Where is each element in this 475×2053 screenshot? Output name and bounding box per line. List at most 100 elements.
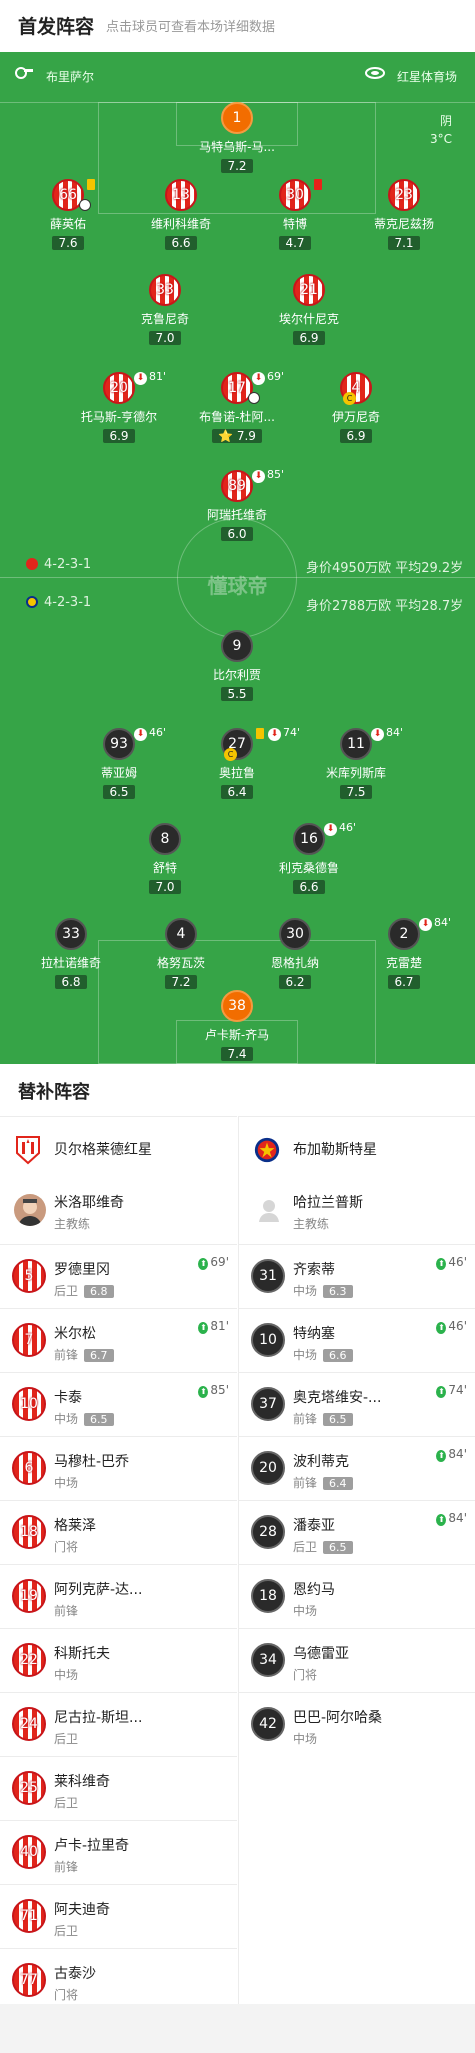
jersey-number: 18 xyxy=(12,1515,46,1549)
sub-player-row[interactable]: 6 马穆杜-巴乔 中场 xyxy=(0,1436,237,1500)
sub-in-marker: ⬆ 84' xyxy=(436,1511,467,1526)
player-away-38[interactable]: 38 卢卡斯-齐马 7.4 xyxy=(172,990,302,1062)
lineup-subtitle: 点击球员可查看本场详细数据 xyxy=(106,20,276,35)
player-home-17[interactable]: 17 ⬇ 69' 布鲁诺-杜阿... ⭐ 7.9 xyxy=(172,370,302,444)
sub-player-row[interactable]: 40 卢卡-拉里奇 前锋 xyxy=(0,1820,237,1884)
sub-player-rating: 6.5 xyxy=(323,1413,353,1426)
captain-icon: C xyxy=(343,392,356,405)
sub-player-row[interactable]: 25 莱科维奇 后卫 xyxy=(0,1756,237,1820)
sub-in-marker: ⬆ 81' xyxy=(198,1319,229,1334)
sub-player-row[interactable]: 19 阿列克萨-达... 前锋 xyxy=(0,1564,237,1628)
player-away-16[interactable]: 16 ⬇ 46' 利克桑德鲁 6.6 xyxy=(244,821,374,895)
jersey-number: 42 xyxy=(251,1707,285,1741)
substitutes-section: 替补阵容 贝尔格莱德红星 米洛耶维奇 主教练 5 罗德里冈 后卫 6.8 ⬆ 69' 7 米尔… xyxy=(0,1064,475,2004)
player-away-8[interactable]: 8 舒特 7.0 xyxy=(100,823,230,895)
home-coach[interactable]: 米洛耶维奇 主教练 xyxy=(0,1180,237,1244)
player-home-33[interactable]: 33 克鲁尼奇 7.0 xyxy=(100,274,230,346)
sub-player-row[interactable]: 37 奥克塔维安-... 前锋 6.5 ⬆ 74' xyxy=(239,1372,475,1436)
sub-player-row[interactable]: 5 罗德里冈 后卫 6.8 ⬆ 69' xyxy=(0,1244,237,1308)
player-away-93[interactable]: 93 ⬇ 46' 蒂亚姆 6.5 xyxy=(54,726,184,800)
player-away-9[interactable]: 9 比尔利贾 5.5 xyxy=(172,630,302,702)
sub-in-icon: ⬆ xyxy=(436,1258,447,1270)
sub-player-rating: 6.8 xyxy=(84,1285,114,1298)
player-home-23[interactable]: 23 蒂克尼兹扬 7.1 xyxy=(339,179,469,251)
referee-name: 布里萨尔 xyxy=(46,70,95,84)
best-player-rating: ⭐ 7.9 xyxy=(212,429,262,443)
sub-in-marker: ⬆ 84' xyxy=(436,1447,467,1462)
sub-player-name: 阿夫迪奇 xyxy=(54,1902,110,1918)
player-away-4[interactable]: 4 格努瓦茨 7.2 xyxy=(116,918,246,990)
pitch: 懂球帝 布里萨尔 红星体育场 阴 3°C 4-2-3-1 身价4950万欧 平均… xyxy=(0,52,475,1064)
sub-player-row[interactable]: 20 波利蒂克 前锋 6.4 ⬆ 84' xyxy=(239,1436,475,1500)
sub-player-position: 门将 xyxy=(54,1988,79,2002)
sub-in-marker: ⬆ 85' xyxy=(198,1383,229,1398)
sub-player-row[interactable]: 10 特纳塞 中场 6.6 ⬆ 46' xyxy=(239,1308,475,1372)
sub-player-name: 罗德里冈 xyxy=(54,1262,110,1278)
sub-off-marker: ⬇ 84' xyxy=(371,726,403,741)
jersey-number: 6 xyxy=(12,1451,46,1485)
jersey-number: 18 xyxy=(251,1579,285,1613)
away-formation: 4-2-3-1 xyxy=(26,595,91,610)
sub-off-marker: ⬇ 81' xyxy=(134,370,166,385)
home-team-row[interactable]: 贝尔格莱德红星 xyxy=(0,1116,237,1180)
player-home-21[interactable]: 21 埃尔什尼克 6.9 xyxy=(244,274,374,346)
jersey-number: 20 xyxy=(251,1451,285,1485)
sub-player-name: 特纳塞 xyxy=(293,1326,335,1342)
sub-player-rating: 6.3 xyxy=(323,1285,353,1298)
away-team-row[interactable]: 布加勒斯特星 xyxy=(239,1116,475,1180)
player-home-89[interactable]: 89 ⬇ 85' 阿瑞托维奇 6.0 xyxy=(172,468,302,542)
sub-player-position: 后卫 6.5 xyxy=(293,1538,353,1555)
captain-icon: C xyxy=(224,748,237,761)
sub-player-row[interactable]: 34 乌德雷亚 门将 xyxy=(239,1628,475,1692)
home-value: 身价4950万欧 平均29.2岁 xyxy=(306,561,464,576)
yellow-card-icon xyxy=(87,179,95,190)
sub-player-row[interactable]: 77 古泰沙 门将 xyxy=(0,1948,237,2012)
sub-player-name: 卡泰 xyxy=(54,1390,82,1406)
temperature: 3°C xyxy=(430,132,453,146)
player-home-4[interactable]: 4 C 伊万尼奇 6.9 xyxy=(291,372,421,444)
player-away-2[interactable]: 2 ⬇ 84' 克雷楚 6.7 xyxy=(339,916,469,990)
jersey-number: 34 xyxy=(251,1643,285,1677)
sub-player-rating: 6.5 xyxy=(323,1541,353,1554)
player-home-13[interactable]: 13 维利科维奇 6.6 xyxy=(116,179,246,251)
sub-player-name: 潘泰亚 xyxy=(293,1518,335,1534)
fcsb-badge-icon xyxy=(26,596,38,608)
jersey-number: 31 xyxy=(251,1259,285,1293)
sub-player-rating: 6.7 xyxy=(84,1349,114,1362)
sub-player-row[interactable]: 18 恩约马 中场 xyxy=(239,1564,475,1628)
sub-player-name: 恩约马 xyxy=(293,1582,335,1598)
lineup-header: 首发阵容 点击球员可查看本场详细数据 xyxy=(0,0,475,52)
sub-player-name: 马穆杜-巴乔 xyxy=(54,1454,130,1470)
home-formation: 4-2-3-1 xyxy=(26,557,91,572)
sub-player-row[interactable]: 31 齐索蒂 中场 6.3 ⬆ 46' xyxy=(239,1244,475,1308)
away-coach[interactable]: 哈拉兰普斯 主教练 xyxy=(239,1180,475,1244)
sub-in-icon: ⬆ xyxy=(436,1322,447,1334)
sub-player-name: 波利蒂克 xyxy=(293,1454,349,1470)
sub-player-row[interactable]: 28 潘泰亚 后卫 6.5 ⬆ 84' xyxy=(239,1500,475,1564)
jersey-number: 71 xyxy=(12,1899,46,1933)
jersey-number: 19 xyxy=(12,1579,46,1613)
yellow-card-icon xyxy=(256,728,264,739)
sub-player-position: 后卫 xyxy=(54,1796,79,1810)
player-away-27[interactable]: 27 ⬇ 74' C 奥拉鲁 6.4 xyxy=(172,726,302,800)
sub-player-position: 前锋 6.5 xyxy=(293,1410,353,1427)
jersey-number: 24 xyxy=(12,1707,46,1741)
weather: 阴 xyxy=(440,114,453,128)
player-away-11[interactable]: 11 ⬇ 84' 米库列斯库 7.5 xyxy=(291,726,421,800)
sub-in-icon: ⬆ xyxy=(436,1450,447,1462)
player-home-1[interactable]: 1 马特乌斯-马... 7.2 xyxy=(172,102,302,174)
jersey-number: 7 xyxy=(12,1323,46,1357)
sub-player-row[interactable]: 71 阿夫迪奇 后卫 xyxy=(0,1884,237,1948)
sub-player-row[interactable]: 24 尼古拉-斯坦... 后卫 xyxy=(0,1692,237,1756)
sub-player-row[interactable]: 10 卡泰 中场 6.5 ⬆ 85' xyxy=(0,1372,237,1436)
player-home-20[interactable]: 20 ⬇ 81' 托马斯-亨德尔 6.9 xyxy=(54,370,184,444)
stadium-icon xyxy=(364,66,386,83)
sub-player-row[interactable]: 18 格莱泽 门将 xyxy=(0,1500,237,1564)
sub-off-marker: ⬇ 84' xyxy=(419,916,451,931)
sub-player-name: 莱科维奇 xyxy=(54,1774,110,1790)
fcsb-logo-icon xyxy=(254,1137,280,1163)
sub-player-row[interactable]: 22 科斯托夫 中场 xyxy=(0,1628,237,1692)
sub-player-row[interactable]: 7 米尔松 前锋 6.7 ⬆ 81' xyxy=(0,1308,237,1372)
player-home-66[interactable]: 66 薛英佑 7.6 xyxy=(3,179,133,251)
sub-player-row[interactable]: 42 巴巴-阿尔哈桑 中场 xyxy=(239,1692,475,1756)
